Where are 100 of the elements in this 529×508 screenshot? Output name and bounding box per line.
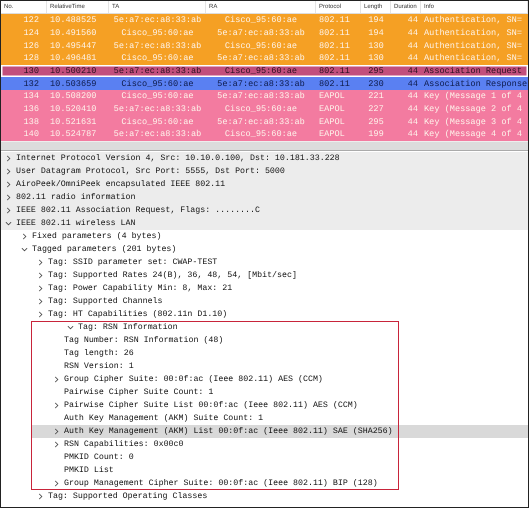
table-cell-text: 138 — [22, 116, 40, 127]
table-cell-text: Cisco_95:60:ae — [120, 53, 195, 64]
table-cell-text: 5e:a7:ec:a8:33:ab — [112, 104, 202, 114]
tree-row-text: Tag: Supported Channels — [48, 296, 163, 306]
table-cell-text: 5e:a7:ec:a8:33:ab — [112, 40, 202, 51]
table-cell-text: 802.11 — [318, 15, 351, 26]
table-cell-text: Key (Message 4 of 4 — [423, 129, 523, 140]
table-cell-text: Cisco_95:60:ae — [120, 116, 195, 127]
table-cell-text: 126 — [22, 40, 40, 51]
tree-row[interactable]: IEEE 802.11 wireless LAN — [1, 216, 528, 230]
table-cell-text: 5e:a7:ec:a8:33:ab — [216, 28, 306, 38]
tree-row[interactable]: RSN Capabilities: 0x00c0 — [31, 438, 399, 451]
tree-row-text: Tag: Supported Rates 24(B), 36, 48, 54, [Mbit/sec] — [48, 270, 297, 280]
table-cell-text: 44 — [406, 53, 419, 64]
chevron-right-icon[interactable] — [21, 232, 28, 240]
table-cell-text: 802.11 — [318, 40, 351, 51]
table-cell-text: 5e:a7:ec:a8:33:ab — [216, 78, 306, 89]
table-cell-text: 5e:a7:ec:a8:33:ab — [112, 66, 202, 76]
table-cell-text: 5e:a7:ec:a8:33:ab — [216, 91, 306, 102]
tree-row-text: Fixed parameters (4 bytes) — [32, 232, 162, 241]
table-cell-text: 10.496481 — [49, 53, 98, 64]
table-cell-text: 44 — [406, 91, 419, 102]
table-cell-text: 124 — [22, 28, 40, 38]
tree-row-text: Tag: HT Capabilities (802.11n D1.10) — [48, 310, 228, 319]
table-cell-text: 140 — [22, 129, 40, 140]
tree-row-text: AiroPeek/OmniPeek encapsulated IEEE 802.11 — [16, 180, 226, 189]
table-cell-text: Cisco_95:60:ae — [120, 28, 195, 38]
tree-row-text: Tag: RSN Information — [78, 322, 178, 332]
table-cell-text: 5e:a7:ec:a8:33:ab — [112, 15, 202, 26]
tree-row[interactable]: 802.11 radio information — [1, 190, 528, 204]
table-cell-text: 802.11 — [318, 53, 351, 64]
table-cell-text: 221 — [367, 91, 385, 102]
table-cell-text: 44 — [406, 28, 419, 38]
chevron-down-icon[interactable] — [5, 220, 12, 227]
tree-row-text: PMKID List — [64, 466, 114, 475]
tree-row-text: User Datagram Protocol, Src Port: 5555, Dst Port: 5000 — [16, 166, 285, 176]
packet-row[interactable]: 132 10.503659 Cisco_95:60:ae 5e:a7:ec:a8:33:ab 802.11 230 44 Association Response — [1, 77, 528, 90]
tree-row-text: Auth Key Management (AKM) Suite Count: 1 — [64, 414, 264, 423]
table-cell-text: 10.508200 — [49, 91, 98, 102]
table-cell-text: 194 — [367, 15, 385, 26]
tree-row-text: Group Management Cipher Suite: 00:0f:ac (Ieee 802.11) BIP (128) — [64, 478, 378, 488]
table-cell-text: EAPOL — [318, 91, 346, 102]
table-cell-text: EAPOL — [318, 104, 346, 114]
horizontal-scrollbar[interactable] — [1, 140, 528, 151]
tree-row-text: Pairwise Cipher Suite List 00:0f:ac (Ieee 802.11) AES (CCM) — [64, 400, 358, 410]
table-cell-text: 132 — [22, 78, 40, 89]
table-cell-text: Cisco_95:60:ae — [224, 104, 298, 114]
packet-row[interactable]: 130 10.500210 5e:a7:ec:a8:33:ab Cisco_95:60:ae 802.11 295 44 Association Request — [1, 64, 528, 78]
table-cell-text: Cisco_95:60:ae — [224, 66, 298, 76]
table-cell-text: 295 — [367, 66, 385, 76]
table-cell-text: 802.11 — [318, 78, 351, 89]
table-cell-text: 10.524787 — [49, 129, 98, 140]
table-cell-text: 199 — [367, 129, 385, 140]
table-cell-text: 10.491560 — [49, 28, 98, 38]
tree-row[interactable]: User Datagram Protocol, Src Port: 5555, Dst Port: 5000 — [1, 164, 528, 178]
tree-row[interactable]: Fixed parameters (4 bytes) — [1, 230, 528, 243]
table-cell-text: 802.11 — [318, 28, 351, 38]
table-cell-text: 44 — [406, 129, 419, 140]
table-cell-text: 5e:a7:ec:a8:33:ab — [112, 129, 202, 140]
chevron-down-icon[interactable] — [67, 324, 74, 331]
chevron-right-icon[interactable] — [53, 376, 60, 383]
table-cell-text: 802.11 — [318, 66, 351, 76]
table-cell-text: Cisco_95:60:ae — [120, 91, 195, 102]
tree-row[interactable]: Internet Protocol Version 4, Src: 10.10.0.100, Dst: 10.181.33.228 — [1, 152, 528, 165]
table-cell-text: 10.488525 — [49, 15, 98, 26]
tree-row-text: Tag length: 26 — [64, 348, 134, 358]
tree-row[interactable]: Auth Key Management (AKM) List 00:0f:ac (Ieee 802.11) SAE (SHA256) — [31, 424, 528, 438]
table-cell-text: Key (Message 3 of 4 — [423, 116, 523, 127]
tree-row-text: RSN Capabilities: 0x00c0 — [64, 440, 184, 449]
table-cell-text: Cisco_95:60:ae — [224, 40, 298, 51]
tree-row[interactable]: IEEE 802.11 Association Request, Flags: ........C — [1, 204, 528, 217]
table-cell-text: 122 — [22, 15, 40, 26]
tree-row-text: Tag: Power Capability Min: 8, Max: 21 — [48, 284, 232, 293]
table-cell-text: 5e:a7:ec:a8:33:ab — [216, 53, 306, 64]
table-cell-text: Authentication, SN= — [423, 40, 523, 51]
table-cell-text: 44 — [406, 104, 419, 114]
tree-row-text: IEEE 802.11 Association Request, Flags: ........C — [16, 206, 260, 215]
table-cell-text: Cisco_95:60:ae — [224, 129, 298, 140]
chevron-right-icon[interactable] — [37, 492, 44, 500]
table-cell-text: 10.500210 — [49, 66, 98, 76]
table-cell-text: 10.520410 — [49, 104, 98, 114]
table-cell-text: 130 — [22, 66, 40, 76]
tree-row[interactable]: AiroPeek/OmniPeek encapsulated IEEE 802.11 — [1, 178, 528, 191]
tree-row-text: PMKID Count: 0 — [64, 452, 134, 462]
table-cell-text: 295 — [367, 116, 385, 127]
table-cell-text: 44 — [406, 15, 419, 26]
table-cell-text: 44 — [406, 40, 419, 51]
table-cell-text: 44 — [406, 116, 419, 127]
table-cell-text: 194 — [367, 28, 385, 38]
tree-row-text: Tag: Supported Operating Classes — [48, 492, 208, 501]
table-cell-text: EAPOL — [318, 129, 346, 140]
table-cell-text: 134 — [22, 91, 40, 102]
tree-row-text: Pairwise Cipher Suite Count: 1 — [64, 388, 214, 397]
chevron-down-icon[interactable] — [21, 246, 28, 253]
table-cell-text: 128 — [22, 53, 40, 64]
table-cell-text: Association Response — [423, 78, 528, 89]
tree-row-text: Internet Protocol Version 4, Src: 10.10.0.100, Dst: 10.181.33.228 — [16, 154, 340, 163]
chevron-right-icon[interactable] — [53, 480, 60, 487]
chevron-right-icon[interactable] — [53, 402, 60, 409]
table-cell-text: Cisco_95:60:ae — [120, 78, 195, 89]
